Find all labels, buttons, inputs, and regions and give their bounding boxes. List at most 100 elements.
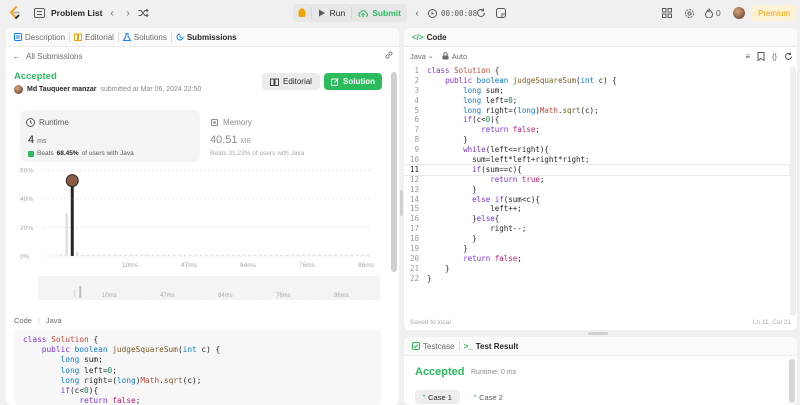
- code-line[interactable]: 14 else if(sum<c){: [404, 195, 789, 205]
- distribution-bar[interactable]: [119, 254, 122, 256]
- editor-scrollbar[interactable]: [790, 66, 796, 316]
- distribution-bar[interactable]: [221, 254, 224, 256]
- distribution-bar[interactable]: [280, 254, 284, 256]
- tab-code[interactable]: </> Code: [408, 28, 451, 47]
- code-line[interactable]: 4 long left=0;: [404, 96, 789, 106]
- submitter-name[interactable]: Md Tauqueer manzar: [27, 86, 97, 93]
- distribution-bar[interactable]: [81, 254, 85, 256]
- left-panel-scrollbar[interactable]: [391, 72, 397, 272]
- submit-button[interactable]: Submit: [351, 7, 407, 19]
- highlight-bar[interactable]: [70, 198, 74, 256]
- distribution-bar[interactable]: [108, 254, 111, 256]
- tab-test-result[interactable]: >_ Test Result: [460, 337, 523, 356]
- debug-button[interactable]: [293, 4, 311, 22]
- distribution-bar[interactable]: [199, 254, 203, 256]
- code-line[interactable]: 13 }: [404, 185, 789, 195]
- distribution-bar[interactable]: [323, 254, 327, 256]
- distribution-bar[interactable]: [151, 254, 154, 256]
- code-line[interactable]: 2 public boolean judgeSquareSum(int c) {: [404, 76, 789, 86]
- code-line[interactable]: 19 }: [404, 244, 789, 254]
- bookmark-icon[interactable]: [757, 51, 765, 61]
- distribution-bar[interactable]: [162, 254, 165, 256]
- distribution-bar[interactable]: [350, 254, 353, 256]
- distribution-bar[interactable]: [339, 254, 343, 256]
- distribution-bar[interactable]: [135, 254, 138, 256]
- distribution-bar[interactable]: [253, 254, 257, 256]
- code-line[interactable]: 15 left++;: [404, 204, 789, 214]
- language-select[interactable]: Java ⌄: [410, 52, 434, 61]
- distribution-bar[interactable]: [205, 254, 208, 256]
- distribution-bar[interactable]: [156, 254, 160, 256]
- next-problem-button[interactable]: ›: [120, 0, 136, 26]
- logo[interactable]: [8, 0, 22, 26]
- format-icon[interactable]: ≡: [745, 52, 750, 61]
- distribution-bar[interactable]: [92, 254, 95, 256]
- distribution-overview-slider[interactable]: 10ms 47ms 84ms 76ms 86ms: [38, 276, 380, 300]
- solution-button[interactable]: Solution: [324, 73, 382, 90]
- auto-save-toggle[interactable]: Auto: [442, 52, 467, 61]
- distribution-bar[interactable]: [291, 254, 294, 256]
- distribution-bar[interactable]: [232, 254, 235, 256]
- distribution-bar[interactable]: [259, 254, 262, 256]
- distribution-bar[interactable]: [242, 254, 246, 256]
- code-line[interactable]: 16 }else{: [404, 214, 789, 224]
- code-line[interactable]: 8 }: [404, 135, 789, 145]
- settings-button[interactable]: [684, 0, 695, 26]
- distribution-bar[interactable]: [296, 254, 300, 256]
- distribution-bar[interactable]: [361, 254, 364, 256]
- tab-submissions[interactable]: Submissions: [172, 28, 241, 47]
- user-avatar[interactable]: [733, 0, 745, 26]
- distribution-bar[interactable]: [113, 254, 117, 256]
- distribution-bar[interactable]: [183, 254, 187, 256]
- code-line[interactable]: 10 sum=left*left+right*right;: [404, 155, 789, 165]
- code-line[interactable]: 5 long right=(long)Math.sqrt(c);: [404, 106, 789, 116]
- submitted-code-preview[interactable]: class Solution { public boolean judgeSqu…: [14, 330, 382, 405]
- code-line[interactable]: 11 if(sum==c){: [404, 163, 790, 176]
- editorial-button[interactable]: Editorial: [262, 73, 320, 90]
- runtime-card[interactable]: Runtime 4 ms Beats 68.45% of users with …: [20, 110, 200, 162]
- collapse-timer-button[interactable]: ‹: [409, 0, 425, 26]
- run-button[interactable]: Run: [310, 7, 352, 19]
- code-line[interactable]: 18 }: [404, 234, 789, 244]
- distribution-bar[interactable]: [366, 254, 370, 256]
- problem-list-button[interactable]: Problem List: [34, 0, 102, 26]
- distribution-bar[interactable]: [103, 254, 106, 256]
- distribution-bar[interactable]: [226, 254, 230, 256]
- prev-problem-button[interactable]: ‹: [104, 0, 120, 26]
- timer[interactable]: 00:00:08: [428, 0, 477, 26]
- distribution-bar[interactable]: [129, 254, 133, 256]
- distribution-bar[interactable]: [269, 254, 273, 256]
- case-1-tab[interactable]: • Case 1: [415, 390, 460, 404]
- distribution-bar[interactable]: [146, 254, 149, 256]
- distribution-bar[interactable]: [178, 254, 181, 256]
- code-line[interactable]: 21 }: [404, 264, 789, 274]
- distribution-bar[interactable]: [167, 254, 171, 256]
- reset-timer-button[interactable]: [476, 0, 486, 26]
- memory-card[interactable]: Memory 40.51 MB Beats 31.23% of users wi…: [210, 110, 390, 162]
- distribution-bar[interactable]: [140, 254, 144, 256]
- distribution-bar[interactable]: [216, 254, 219, 256]
- distribution-bar[interactable]: [345, 254, 348, 256]
- distribution-bar[interactable]: [307, 254, 310, 256]
- distribution-bar[interactable]: [65, 213, 68, 256]
- distribution-bar[interactable]: [248, 254, 251, 256]
- code-line[interactable]: 12 return true;: [404, 175, 789, 185]
- distribution-bar[interactable]: [285, 254, 289, 256]
- distribution-bar[interactable]: [189, 254, 192, 256]
- user-marker-avatar[interactable]: [65, 174, 79, 188]
- streak-counter[interactable]: 0: [705, 0, 721, 26]
- braces-icon[interactable]: {}: [772, 52, 777, 61]
- distribution-bar[interactable]: [328, 254, 332, 256]
- random-problem-button[interactable]: [138, 0, 149, 26]
- distribution-bar[interactable]: [97, 254, 101, 256]
- premium-button[interactable]: Premium: [752, 5, 796, 21]
- distribution-bar[interactable]: [318, 254, 321, 256]
- tab-testcase[interactable]: Testcase: [408, 337, 459, 356]
- tab-editorial[interactable]: Editorial: [70, 28, 118, 47]
- code-editor[interactable]: 1 class Solution {2 public boolean judgeS…: [404, 66, 790, 316]
- tab-solutions[interactable]: Solutions: [119, 28, 171, 47]
- distribution-bar[interactable]: [237, 254, 241, 256]
- code-line[interactable]: 9 while(left<=right){: [404, 145, 789, 155]
- code-line[interactable]: 7 return false;: [404, 125, 789, 135]
- distribution-bar[interactable]: [86, 254, 90, 256]
